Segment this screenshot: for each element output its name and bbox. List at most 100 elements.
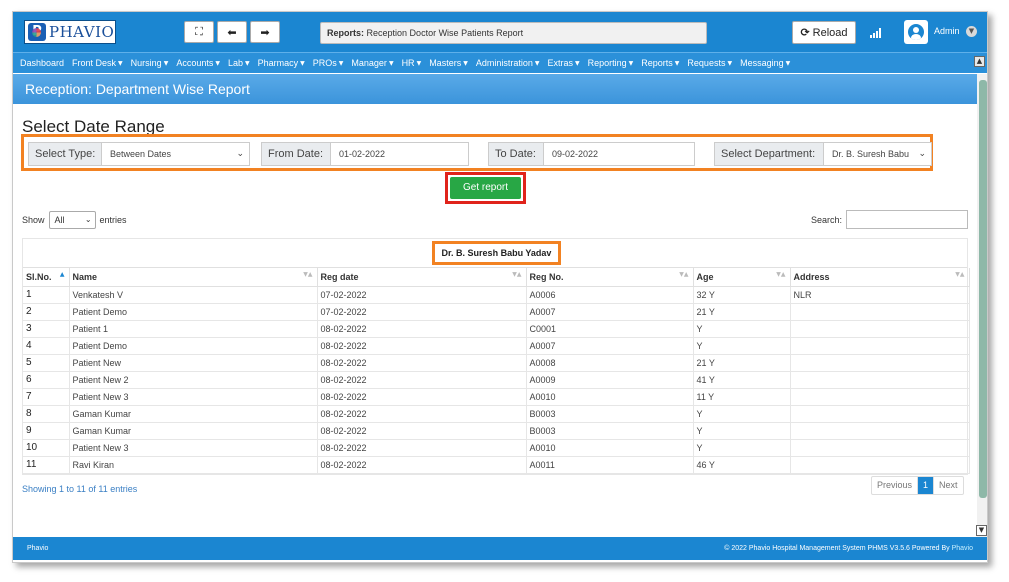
column-header-reg-no[interactable]: Reg No. ▼▲ bbox=[526, 268, 694, 287]
user-name[interactable]: Admin bbox=[934, 26, 960, 36]
table-cell: 21 Y bbox=[693, 303, 791, 321]
nav-item-dashboard[interactable]: Dashboard bbox=[20, 58, 64, 68]
department-value: Dr. B. Suresh Babu bbox=[832, 149, 910, 159]
select-type-dropdown[interactable]: Between Dates ⌄ bbox=[101, 142, 250, 166]
table-cell: 5 bbox=[23, 354, 70, 372]
get-report-button[interactable]: Get report bbox=[450, 177, 521, 199]
column-header-reg-date[interactable]: Reg date ▼▲ bbox=[317, 268, 527, 287]
select-type-value: Between Dates bbox=[110, 149, 172, 159]
table-cell: 11 Y bbox=[693, 388, 791, 406]
nav-item-pharmacy[interactable]: Pharmacy ▼ bbox=[258, 58, 305, 68]
nav-item-reports[interactable]: Reports ▼ bbox=[641, 58, 679, 68]
table-cell: B0003 bbox=[526, 422, 694, 440]
avatar[interactable] bbox=[904, 20, 928, 44]
caret-down-icon: ▼ bbox=[338, 59, 344, 67]
nav-item-requests[interactable]: Requests ▼ bbox=[687, 58, 732, 68]
column-header-age[interactable]: Age ▼▲ bbox=[693, 268, 791, 287]
table-row: 3 Patient 1 08-02-2022 C0001 Y bbox=[23, 320, 970, 338]
fullscreen-button[interactable]: ⛶ bbox=[184, 21, 214, 43]
caret-down-icon: ▼ bbox=[388, 59, 394, 67]
nav-list: Dashboard Front Desk ▼ Nursing ▼ Accounts ▼ Lab… bbox=[13, 53, 987, 73]
table-cell: 9 bbox=[23, 422, 70, 440]
entries-label: entries bbox=[99, 215, 127, 225]
search-input[interactable] bbox=[846, 210, 968, 229]
table-cell: Y bbox=[693, 405, 791, 423]
table-cell bbox=[790, 439, 970, 457]
nav-item-hr[interactable]: HR ▼ bbox=[402, 58, 422, 68]
forward-button[interactable]: ➡ bbox=[250, 21, 280, 43]
show-entries: Show All ⌄ entries bbox=[22, 211, 127, 229]
table-cell: Patient New 3 bbox=[69, 439, 318, 457]
table-cell: B0003 bbox=[526, 405, 694, 423]
select-type-label: Select Type: bbox=[28, 142, 102, 166]
app-window: P PHAVIO ⛶ ⬅ ➡ Reports: Reception Doctor… bbox=[12, 11, 988, 563]
nav-item-pros[interactable]: PROs ▼ bbox=[313, 58, 344, 68]
nav-item-accounts[interactable]: Accounts ▼ bbox=[176, 58, 220, 68]
table-cell: A0010 bbox=[526, 439, 694, 457]
nav-item-administration[interactable]: Administration ▼ bbox=[476, 58, 540, 68]
nav-item-nursing[interactable]: Nursing ▼ bbox=[131, 58, 169, 68]
next-button[interactable]: Next bbox=[934, 477, 963, 494]
sort-icon: ▼▲ bbox=[512, 271, 522, 278]
chevron-down-icon[interactable]: ▼ bbox=[966, 26, 977, 37]
show-entries-select[interactable]: All ⌄ bbox=[48, 211, 96, 229]
department-dropdown[interactable]: Dr. B. Suresh Babu ⌄ bbox=[823, 142, 932, 166]
nav-item-lab[interactable]: Lab ▼ bbox=[228, 58, 250, 68]
back-button[interactable]: ⬅ bbox=[217, 21, 247, 43]
scroll-down-icon[interactable]: ▼ bbox=[976, 525, 987, 536]
column-header-address[interactable]: Address ▼▲ bbox=[790, 268, 970, 287]
table-cell: Gaman Kumar bbox=[69, 422, 318, 440]
logo-mark-icon: P bbox=[28, 23, 46, 41]
table-body: 1 Venkatesh V 07-02-2022 A0006 32 Y NLR 2 Patie… bbox=[23, 286, 970, 474]
nav-item-front-desk[interactable]: Front Desk ▼ bbox=[72, 58, 123, 68]
chevron-down-icon: ⌄ bbox=[236, 149, 244, 159]
table-cell bbox=[790, 388, 970, 406]
table-row: 11 Ravi Kiran 08-02-2022 A0011 46 Y bbox=[23, 456, 970, 474]
page-title-box: Reports: Reception Doctor Wise Patients … bbox=[320, 22, 707, 44]
table-row: 6 Patient New 2 08-02-2022 A0009 41 Y bbox=[23, 371, 970, 389]
sort-icon: ▼▲ bbox=[303, 271, 313, 278]
arrow-right-icon: ➡ bbox=[260, 25, 270, 39]
nav-item-masters[interactable]: Masters ▼ bbox=[429, 58, 468, 68]
table-cell bbox=[790, 422, 970, 440]
footer-copyright-text: © 2022 Phavio Hospital Management System… bbox=[724, 545, 950, 552]
nav-item-label: HR bbox=[401, 58, 415, 68]
nav-item-messaging[interactable]: Messaging ▼ bbox=[740, 58, 790, 68]
table-cell: 07-02-2022 bbox=[317, 303, 527, 321]
nav-item-extras[interactable]: Extras ▼ bbox=[547, 58, 579, 68]
nav-item-manager[interactable]: Manager ▼ bbox=[351, 58, 393, 68]
caret-down-icon: ▼ bbox=[785, 59, 791, 67]
table-cell: 08-02-2022 bbox=[317, 388, 527, 406]
table-cell: Patient New 2 bbox=[69, 371, 318, 389]
reload-button[interactable]: ⟳ Reload bbox=[792, 21, 856, 44]
table-cell: Venkatesh V bbox=[69, 286, 318, 304]
table-cell: 21 Y bbox=[693, 354, 791, 372]
to-date-input[interactable]: 09-02-2022 bbox=[543, 142, 695, 166]
table-row: 8 Gaman Kumar 08-02-2022 B0003 Y bbox=[23, 405, 970, 423]
caret-down-icon: ▼ bbox=[163, 59, 169, 67]
footer-powered-by-link[interactable]: Phavio bbox=[952, 545, 973, 552]
app-logo[interactable]: P PHAVIO bbox=[24, 20, 116, 44]
column-header-name[interactable]: Name ▼▲ bbox=[69, 268, 318, 287]
collapse-icon[interactable]: ▲ bbox=[974, 56, 985, 67]
table-caption: Dr. B. Suresh Babu Yadav bbox=[23, 239, 967, 268]
refresh-icon: ⟳ bbox=[800, 26, 810, 39]
table-row: 9 Gaman Kumar 08-02-2022 B0003 Y bbox=[23, 422, 970, 440]
page-1-button[interactable]: 1 bbox=[918, 477, 935, 494]
doctor-name-caption: Dr. B. Suresh Babu Yadav bbox=[432, 241, 561, 265]
search-label: Search: bbox=[811, 215, 843, 225]
scrollbar-thumb[interactable] bbox=[979, 80, 987, 498]
nav-item-reporting[interactable]: Reporting ▼ bbox=[588, 58, 634, 68]
column-header-sl-no[interactable]: Sl.No. ▲ bbox=[23, 268, 70, 287]
nav-item-label: Front Desk bbox=[72, 58, 117, 68]
table-cell: A0011 bbox=[526, 456, 694, 474]
title-label: Reports: bbox=[327, 28, 365, 38]
column-header-label: Name bbox=[72, 271, 98, 282]
caret-down-icon: ▼ bbox=[300, 59, 305, 67]
from-date-input[interactable]: 01-02-2022 bbox=[330, 142, 469, 166]
previous-button[interactable]: Previous bbox=[872, 477, 919, 494]
table-cell: A0010 bbox=[526, 388, 694, 406]
table-cell: C0001 bbox=[526, 320, 694, 338]
caret-down-icon: ▼ bbox=[463, 59, 468, 67]
sort-icon: ▼▲ bbox=[955, 271, 965, 278]
